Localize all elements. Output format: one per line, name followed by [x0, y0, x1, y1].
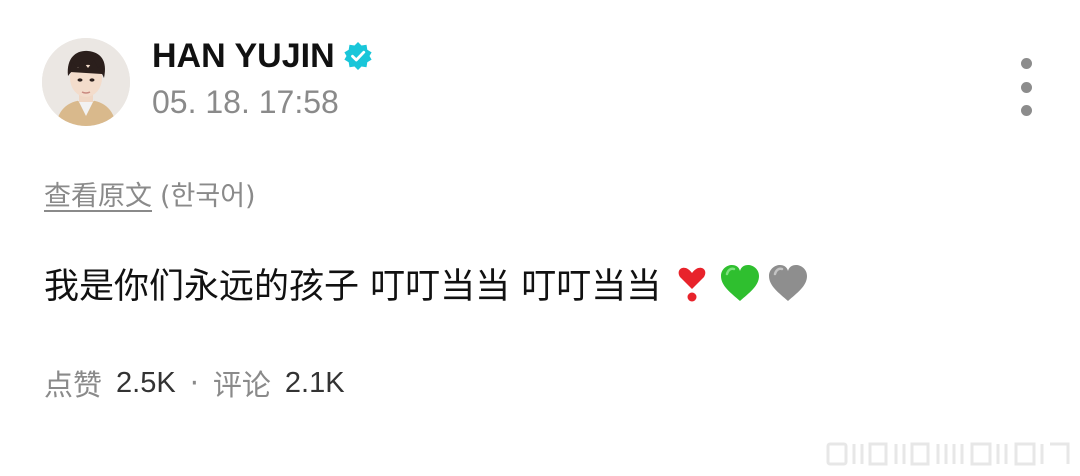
watermark-logo: [826, 440, 1072, 468]
engagement-stats: 点赞 2.5K · 评论 2.1K: [44, 362, 345, 404]
stats-separator: ·: [189, 366, 199, 400]
likes-count: 2.5K: [116, 366, 176, 399]
green-heart-icon: [719, 263, 761, 305]
comments-count: 2.1K: [284, 366, 345, 399]
likes-label[interactable]: 点赞: [44, 362, 102, 404]
heart-exclamation-icon: [671, 263, 713, 305]
more-vertical-icon-dot: [1020, 58, 1032, 69]
more-vertical-icon-dot: [1020, 105, 1032, 116]
avatar-image: [42, 38, 130, 126]
comments-label[interactable]: 评论: [213, 362, 271, 404]
grey-heart-icon: [767, 263, 809, 305]
more-vertical-icon-dot: [1020, 81, 1032, 93]
verified-badge-icon: [343, 41, 373, 71]
avatar[interactable]: [42, 38, 130, 126]
author-name-row[interactable]: HAN YUJIN: [152, 34, 373, 78]
post-timestamp: 05. 18. 17:58: [152, 84, 339, 120]
post-text: 我是你们永远的孩子 叮叮当当 叮叮当当: [44, 267, 662, 307]
more-options-button[interactable]: [1010, 58, 1042, 116]
original-language-label: (한국어): [160, 181, 256, 212]
post-content: 我是你们永远的孩子 叮叮当当 叮叮当当: [44, 258, 809, 309]
view-original-link[interactable]: 查看原文: [44, 181, 152, 212]
view-original-row: 查看原文 (한국어): [44, 174, 256, 213]
author-name[interactable]: HAN YUJIN: [152, 37, 335, 76]
